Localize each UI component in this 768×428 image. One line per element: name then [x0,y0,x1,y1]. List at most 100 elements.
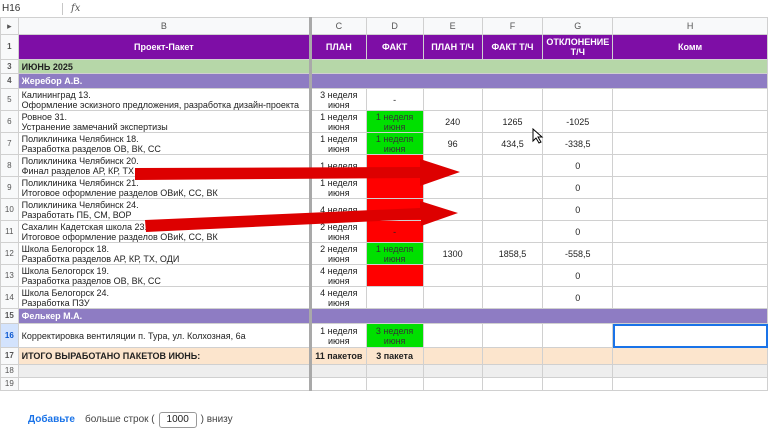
empty-cell[interactable] [422,364,483,378]
project-cell[interactable]: Поликлиника Челябинск 21. Итоговое оформл… [17,176,313,199]
header-project[interactable]: Проект-Пакет [17,34,313,60]
deviation-cell[interactable]: -338,5 [542,132,614,155]
fact-cell[interactable]: 1 неделя июня [365,132,424,155]
fact-cell[interactable]: - [365,88,424,111]
plan-cell[interactable]: 2 неделя июня [310,242,367,265]
fact-hours-cell[interactable] [481,154,544,177]
plan-hours-cell[interactable] [422,220,483,243]
column-header-h[interactable]: H [612,17,768,35]
empty-cell[interactable] [17,364,313,378]
deviation-cell[interactable]: 0 [542,154,614,177]
deviation-cell[interactable]: 0 [542,198,614,221]
fact-cell[interactable]: - [365,220,424,243]
total-empty[interactable] [481,347,544,365]
deviation-cell[interactable]: 0 [542,264,614,287]
fact-cell[interactable] [365,286,424,309]
row-number[interactable]: 6 [0,110,19,133]
select-all-corner[interactable]: ▸ [0,17,19,35]
fact-hours-cell[interactable] [481,198,544,221]
total-empty[interactable] [542,347,614,365]
comment-cell[interactable] [612,242,768,265]
total-plan[interactable]: 11 пакетов [310,347,367,365]
empty-cell[interactable] [481,364,544,378]
row-number[interactable]: 8 [0,154,19,177]
row-number[interactable]: 3 [0,59,19,74]
comment-cell[interactable] [612,198,768,221]
empty-cell[interactable] [481,377,544,391]
project-cell[interactable]: Школа Белогорск 24. Разработка ПЗУ [17,286,313,309]
empty-cell[interactable] [542,377,614,391]
comment-cell[interactable] [612,264,768,287]
total-empty[interactable] [422,347,483,365]
fact-hours-cell[interactable] [481,176,544,199]
total-label[interactable]: ИТОГО ВЫРАБОТАНО ПАКЕТОВ ИЮНЬ: [17,347,313,365]
plan-hours-cell[interactable]: 240 [422,110,483,133]
plan-hours-cell[interactable]: 1300 [422,242,483,265]
fact-cell[interactable] [365,198,424,221]
header-deviation[interactable]: ОТКЛОНЕНИЕ Т/Ч [542,34,614,60]
column-header-e[interactable]: E [422,17,483,35]
empty-cell[interactable] [365,364,424,378]
row-number[interactable]: 11 [0,220,19,243]
person-row-fill[interactable] [310,308,768,324]
fact-cell[interactable] [365,264,424,287]
project-cell[interactable]: Корректировка вентиляции п. Тура, ул. Ко… [17,323,313,348]
header-plan[interactable]: ПЛАН [310,34,367,60]
deviation-cell[interactable] [542,323,614,348]
month-row-fill[interactable] [310,59,768,74]
comment-cell[interactable] [612,286,768,309]
empty-cell[interactable] [17,377,313,391]
fact-cell[interactable] [365,176,424,199]
project-cell[interactable]: Ровное 31. Устранение замечаний экспертиз… [17,110,313,133]
comment-cell[interactable] [612,154,768,177]
deviation-cell[interactable]: -558,5 [542,242,614,265]
deviation-cell[interactable]: 0 [542,220,614,243]
plan-cell[interactable]: 1 неделя июня [310,176,367,199]
plan-hours-cell[interactable]: 96 [422,132,483,155]
rows-count-input[interactable]: 1000 [158,411,197,428]
empty-cell[interactable] [365,377,424,391]
column-header-c[interactable]: C [310,17,367,35]
plan-hours-cell[interactable] [422,198,483,221]
row-number[interactable]: 4 [0,73,19,89]
column-header-b[interactable]: B [17,17,313,35]
plan-hours-cell[interactable] [422,323,483,348]
plan-cell[interactable]: 1 неделя [310,154,367,177]
comment-cell[interactable] [612,176,768,199]
deviation-cell[interactable] [542,88,614,111]
row-number[interactable]: 18 [0,364,19,378]
plan-hours-cell[interactable] [422,176,483,199]
fact-hours-cell[interactable] [481,220,544,243]
plan-cell[interactable]: 2 неделя июня [310,220,367,243]
person-label[interactable]: Жеребор А.В. [17,73,313,89]
add-rows-button[interactable]: Добавьте [28,414,75,425]
plan-cell[interactable]: 1 неделя июня [310,132,367,155]
project-cell[interactable]: Калининград 13. Оформление эскизного пред… [17,88,313,111]
comment-cell[interactable] [612,220,768,243]
project-cell[interactable]: Поликлиника Челябинск 24. Разработать ПБ,… [17,198,313,221]
row-number[interactable]: 7 [0,132,19,155]
person-row-fill[interactable] [310,73,768,89]
fact-cell[interactable]: 3 неделя июня [365,323,424,348]
empty-cell[interactable] [422,377,483,391]
row-number[interactable]: 15 [0,308,19,324]
project-cell[interactable]: Поликлиника Челябинск 18. Разработка разд… [17,132,313,155]
row-number[interactable]: 12 [0,242,19,265]
deviation-cell[interactable]: 0 [542,176,614,199]
plan-hours-cell[interactable] [422,88,483,111]
total-fact[interactable]: 3 пакета [365,347,424,365]
fact-hours-cell[interactable]: 1858,5 [481,242,544,265]
project-cell[interactable]: Сахалин Кадетская школа 23. Итоговое офор… [17,220,313,243]
header-fact[interactable]: ФАКТ [365,34,424,60]
column-header-f[interactable]: F [481,17,544,35]
total-empty[interactable] [612,347,768,365]
plan-cell[interactable]: 4 неделя июня [310,286,367,309]
plan-cell[interactable]: 4 неделя июня [310,264,367,287]
plan-hours-cell[interactable] [422,264,483,287]
fact-cell[interactable]: 1 неделя июня [365,242,424,265]
header-fact-hours[interactable]: ФАКТ Т/Ч [481,34,544,60]
plan-cell[interactable]: 1 неделя июня [310,323,367,348]
project-cell[interactable]: Поликлиника Челябинск 20. Финал разделов … [17,154,313,177]
empty-cell[interactable] [310,364,367,378]
deviation-cell[interactable]: 0 [542,286,614,309]
